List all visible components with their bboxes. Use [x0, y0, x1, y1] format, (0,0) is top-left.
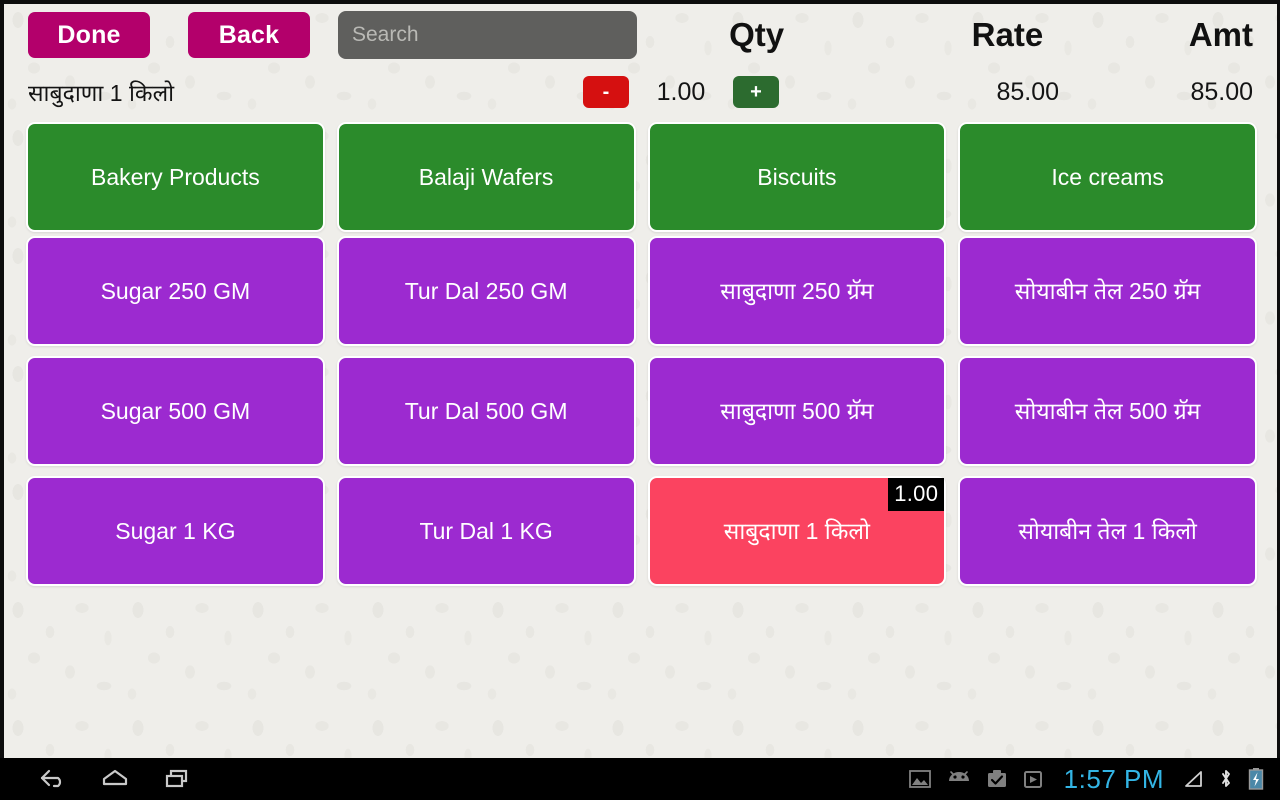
- product-tile-label: Sugar 1 KG: [115, 517, 236, 544]
- category-tile[interactable]: Balaji Wafers: [336, 122, 636, 232]
- signal-icon: [1182, 769, 1204, 789]
- product-tile-label: Tur Dal 1 KG: [419, 517, 553, 544]
- product-tile-label: Sugar 250 GM: [100, 277, 251, 304]
- product-quantity-badge: 1.00: [888, 478, 945, 511]
- product-tile[interactable]: Sugar 500 GM: [26, 356, 325, 466]
- product-tile[interactable]: साबुदाणा 500 ग्रॅम: [647, 356, 947, 466]
- decrement-quantity-button[interactable]: -: [583, 76, 629, 108]
- product-tile-label: Sugar 500 GM: [100, 397, 251, 424]
- quantity-stepper: - 1.00 +: [583, 76, 779, 108]
- category-tile-label: Ice creams: [1051, 163, 1164, 190]
- category-tile[interactable]: Biscuits: [647, 122, 947, 232]
- product-tile[interactable]: Tur Dal 250 GM: [336, 236, 636, 346]
- back-icon[interactable]: [22, 758, 84, 800]
- product-tile-label: सोयाबीन तेल 500 ग्रॅम: [1014, 397, 1201, 424]
- top-toolbar: Done Back Qty Rate Amt: [4, 4, 1277, 66]
- category-tile[interactable]: Bakery Products: [26, 122, 325, 232]
- category-tile-label: Biscuits: [757, 163, 837, 190]
- category-grid: Bakery Products Balaji Wafers Biscuits Ice …: [4, 118, 1277, 232]
- android-system-bar: 1:57 PM: [0, 758, 1280, 800]
- back-button[interactable]: Back: [188, 12, 310, 58]
- line-item-rate: 85.00: [996, 77, 1059, 106]
- product-tile-label: सोयाबीन तेल 1 किलो: [1018, 517, 1197, 544]
- product-tile[interactable]: सोयाबीन तेल 1 किलो: [958, 476, 1257, 586]
- product-tile-label: साबुदाणा 250 ग्रॅम: [720, 277, 874, 304]
- current-line-item-row: साबुदाणा 1 किलो - 1.00 + 85.00 85.00: [4, 66, 1277, 118]
- battery-charging-icon: [1248, 767, 1264, 791]
- recents-icon[interactable]: [146, 758, 208, 800]
- product-tile-label: Tur Dal 500 GM: [404, 397, 568, 424]
- done-button[interactable]: Done: [28, 12, 150, 58]
- product-tile[interactable]: Sugar 1 KG: [26, 476, 325, 586]
- status-clock: 1:57 PM: [1063, 763, 1164, 794]
- image-icon: [908, 768, 932, 790]
- product-tile-label: साबुदाणा 1 किलो: [723, 517, 870, 544]
- product-tile-label: Tur Dal 250 GM: [404, 277, 568, 304]
- status-icon-tray: 1:57 PM: [908, 764, 1270, 795]
- product-tile-label: सोयाबीन तेल 250 ग्रॅम: [1014, 277, 1201, 304]
- line-item-quantity: 1.00: [656, 77, 706, 106]
- amt-column-header: Amt: [1188, 16, 1253, 53]
- product-tile[interactable]: सोयाबीन तेल 250 ग्रॅम: [958, 236, 1257, 346]
- product-tile[interactable]: सोयाबीन तेल 500 ग्रॅम: [958, 356, 1257, 466]
- category-tile-label: Bakery Products: [91, 163, 260, 190]
- category-tile-label: Balaji Wafers: [418, 163, 554, 190]
- bluetooth-icon: [1218, 768, 1234, 790]
- category-tile[interactable]: Ice creams: [958, 122, 1257, 232]
- device-screen: Done Back Qty Rate Amt साबुदाणा 1 किलो -…: [0, 0, 1280, 800]
- product-grid: Sugar 250 GM Tur Dal 250 GM साबुदाणा 250 ग…: [4, 232, 1277, 586]
- product-tile[interactable]: Tur Dal 1 KG: [336, 476, 636, 586]
- product-tile[interactable]: साबुदाणा 250 ग्रॅम: [647, 236, 947, 346]
- product-tile-label: साबुदाणा 500 ग्रॅम: [720, 397, 874, 424]
- product-tile-selected[interactable]: साबुदाणा 1 किलो 1.00: [647, 476, 947, 586]
- pos-app-window: Done Back Qty Rate Amt साबुदाणा 1 किलो -…: [0, 0, 1280, 758]
- briefcase-check-icon: [986, 768, 1008, 790]
- increment-quantity-button[interactable]: +: [733, 76, 779, 108]
- line-item-amount: 85.00: [1190, 77, 1253, 106]
- play-store-icon: [1022, 768, 1044, 790]
- product-tile[interactable]: Tur Dal 500 GM: [336, 356, 636, 466]
- android-icon: [946, 769, 972, 789]
- qty-column-header: Qty: [729, 16, 785, 53]
- search-input[interactable]: [338, 11, 637, 59]
- product-tile[interactable]: Sugar 250 GM: [26, 236, 325, 346]
- rate-column-header: Rate: [971, 16, 1044, 53]
- line-item-name: साबुदाणा 1 किलो: [28, 80, 175, 106]
- home-icon[interactable]: [84, 758, 146, 800]
